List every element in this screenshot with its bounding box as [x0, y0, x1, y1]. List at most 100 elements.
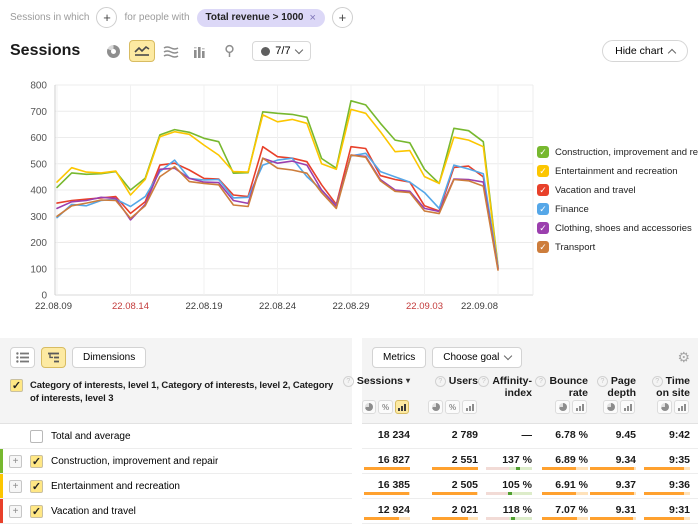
remove-filter-icon[interactable]: × — [309, 12, 315, 24]
dimension-select-all-checkbox[interactable]: ✓ — [10, 379, 23, 392]
tree-view-button[interactable] — [41, 347, 66, 368]
stacked-area-type-button[interactable] — [158, 40, 184, 62]
chevron-down-icon — [504, 351, 512, 359]
legend-item-3[interactable]: ✓Finance — [537, 203, 698, 215]
choose-goal-dropdown[interactable]: Choose goal — [432, 347, 522, 368]
column-header-users[interactable]: ?Users — [410, 372, 478, 399]
legend-item-2[interactable]: ✓ Vacation and travel — [537, 184, 698, 196]
table-settings-gear-icon[interactable]: ⚙ — [677, 350, 690, 364]
pie-display-mode-button[interactable] — [555, 400, 570, 414]
column-header-label: Bounce — [549, 375, 588, 387]
pie-chart-type-button[interactable] — [100, 40, 126, 62]
column-header-bounce[interactable]: ?Bouncerate — [532, 372, 588, 399]
chart-type-switcher — [100, 40, 242, 62]
line-chart-icon — [134, 45, 150, 57]
bars-display-mode-button[interactable] — [395, 400, 409, 414]
row-label: Total and average — [51, 431, 131, 442]
metrica-report-page: Sessions in which + for people with Tota… — [0, 0, 698, 524]
percent-icon: % — [449, 403, 456, 412]
metric-cell: 12 924 — [362, 499, 410, 523]
metric-cell: 9.45 — [588, 424, 636, 448]
chart-header: Sessions — [10, 40, 688, 62]
help-icon: ? — [535, 376, 546, 387]
affinity-bar — [486, 467, 532, 470]
column-header-label-line2: depth — [588, 387, 636, 399]
line-chart-type-button[interactable] — [129, 40, 155, 62]
metric-bar — [364, 492, 410, 495]
metric-bar — [432, 467, 478, 470]
column-header-time[interactable]: ?Timeon site — [636, 372, 690, 399]
metric-cell: — — [478, 424, 532, 448]
metric-bar — [432, 517, 478, 520]
metric-bar — [364, 517, 410, 520]
bars-display-mode-button[interactable] — [674, 400, 689, 414]
expand-row-button[interactable]: + — [9, 480, 22, 493]
legend-label: Entertainment and recreation — [555, 166, 678, 177]
bar-chart-icon — [576, 403, 584, 411]
percent-display-mode-button[interactable]: % — [378, 400, 392, 414]
metric-cell: 16 385 — [362, 474, 410, 498]
legend-item-5[interactable]: ✓Transport — [537, 241, 698, 253]
row-label-cell: + ✓ Vacation and travel — [0, 499, 352, 524]
metric-value: 9:42 — [636, 424, 690, 441]
metrics-button[interactable]: Metrics — [372, 347, 426, 368]
column-header-label-line2: index — [478, 387, 532, 399]
stacked-area-icon — [163, 45, 179, 58]
legend-label: Vacation and travel — [555, 185, 636, 196]
sessions-in-which-label: Sessions in which — [10, 12, 89, 23]
row-label[interactable]: Entertainment and recreation — [51, 481, 180, 492]
help-icon: ? — [435, 376, 446, 387]
series-count-value: 7/7 — [275, 45, 290, 57]
bars-display-mode-button[interactable] — [572, 400, 587, 414]
flat-list-view-button[interactable] — [10, 347, 35, 368]
row-checkbox[interactable]: ✓ — [30, 480, 43, 493]
dimensions-toolbar-band: Dimensions ✓ Category of interests, leve… — [0, 338, 352, 424]
pie-display-mode-button[interactable] — [428, 400, 443, 414]
legend-checkbox-icon: ✓ — [537, 241, 549, 253]
pie-display-mode-button[interactable] — [362, 400, 376, 414]
metric-cell: 6.78 % — [532, 424, 588, 448]
column-header-affinity[interactable]: ?Affinity-index — [478, 372, 532, 399]
row-checkbox[interactable]: ✓ — [30, 455, 43, 468]
bars-display-mode-button[interactable] — [620, 400, 635, 414]
percent-display-mode-button[interactable]: % — [445, 400, 460, 414]
metric-cell: 9:36 — [636, 474, 690, 498]
column-header-sessions[interactable]: ?Sessions▾ — [362, 372, 410, 399]
x-axis-tick-label: 22.08.24 — [259, 301, 296, 312]
sessions-line-chart: 010020030040050060070080022.08.0922.08.1… — [0, 78, 545, 318]
columns-chart-type-button[interactable] — [187, 40, 213, 62]
hide-chart-button[interactable]: Hide chart — [602, 40, 688, 62]
metric-bar — [542, 492, 588, 495]
filter-chip-total-revenue[interactable]: Total revenue > 1000 × — [197, 9, 325, 27]
series-count-dropdown[interactable]: 7/7 — [252, 41, 310, 61]
dimensions-button[interactable]: Dimensions — [72, 347, 146, 368]
expand-row-button[interactable]: + — [9, 505, 22, 518]
row-checkbox[interactable] — [30, 430, 43, 443]
dimension-header-label: Category of interests, level 1, Category… — [30, 379, 344, 406]
legend-item-1[interactable]: ✓Entertainment and recreation — [537, 165, 698, 177]
metric-value: 16 385 — [362, 474, 410, 491]
row-label[interactable]: Construction, improvement and repair — [51, 456, 218, 467]
series-color-stripe — [0, 499, 3, 523]
row-checkbox[interactable]: ✓ — [30, 505, 43, 518]
pie-display-mode-button[interactable] — [603, 400, 618, 414]
pie-chart-icon — [365, 403, 373, 411]
metric-bar — [542, 517, 588, 520]
legend-item-4[interactable]: ✓Clothing, shoes and accessories — [537, 222, 698, 234]
bars-display-mode-button[interactable] — [462, 400, 477, 414]
map-chart-type-button[interactable] — [216, 40, 242, 62]
add-user-condition-button[interactable]: + — [332, 7, 353, 28]
pie-display-mode-button[interactable] — [657, 400, 672, 414]
metric-value: 9.31 — [588, 499, 636, 516]
filter-chip-label: Total revenue > 1000 — [206, 12, 304, 23]
add-session-condition-button[interactable]: + — [96, 7, 117, 28]
metric-cell: 6.89 % — [532, 449, 588, 473]
expand-row-button[interactable]: + — [9, 455, 22, 468]
legend-item-0[interactable]: ✓Construction, improvement and repair — [537, 146, 698, 158]
row-label[interactable]: Vacation and travel — [51, 506, 136, 517]
metric-value: 6.89 % — [532, 449, 588, 466]
metric-value: 18 234 — [362, 424, 410, 441]
column-header-page[interactable]: ?Pagedepth — [588, 372, 636, 399]
legend-checkbox-icon: ✓ — [537, 184, 549, 196]
series-color-stripe — [0, 449, 3, 473]
